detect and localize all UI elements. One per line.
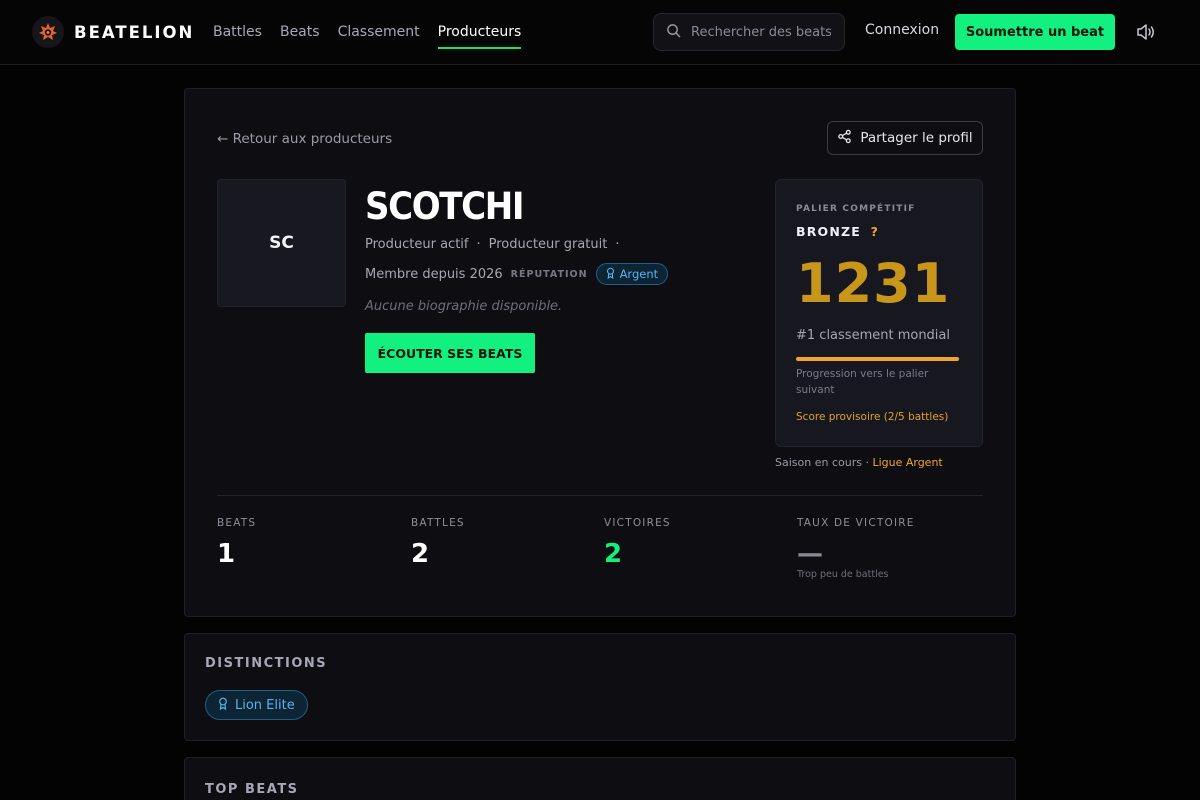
stat-label: VICTOIRES bbox=[604, 517, 671, 529]
world-rank: #1 classement mondial bbox=[796, 328, 950, 343]
avatar: SC bbox=[217, 179, 346, 307]
medal-icon bbox=[606, 267, 615, 282]
top-navbar: BEATELION Battles Beats Classement Produ… bbox=[0, 0, 1200, 65]
stat-label: BATTLES bbox=[411, 517, 465, 529]
back-to-producers-link[interactable]: ← Retour aux producteurs bbox=[217, 131, 392, 147]
reputation-badge: Argent bbox=[595, 263, 669, 285]
share-icon bbox=[837, 129, 852, 148]
nav-link-classement[interactable]: Classement bbox=[338, 0, 420, 64]
top-beats-title: TOP BEATS bbox=[205, 782, 299, 797]
stat-sub: Trop peu de battles bbox=[797, 569, 889, 580]
speaker-icon[interactable] bbox=[1136, 23, 1156, 45]
nav-link-producteurs[interactable]: Producteurs bbox=[437, 0, 521, 64]
search-box[interactable] bbox=[653, 13, 845, 51]
main-nav: Battles Beats Classement Producteurs bbox=[213, 0, 521, 64]
stat-value: — bbox=[797, 539, 823, 569]
current-season: Saison en cours · Ligue Argent bbox=[775, 456, 943, 469]
share-profile-label: Partager le profil bbox=[860, 130, 973, 146]
producer-meta: Producteur actif · Producteur gratuit · bbox=[365, 237, 619, 252]
tier-progress-fill bbox=[796, 357, 959, 361]
medal-icon bbox=[218, 697, 228, 714]
stat-label: BEATS bbox=[217, 517, 257, 529]
stat-label: TAUX DE VICTOIRE bbox=[797, 517, 915, 529]
search-icon bbox=[666, 23, 681, 42]
stat-value: 2 bbox=[604, 539, 623, 569]
search-input[interactable] bbox=[691, 24, 831, 40]
nav-link-battles[interactable]: Battles bbox=[213, 0, 262, 64]
brand-logo[interactable]: BEATELION bbox=[32, 16, 194, 48]
divider bbox=[217, 495, 983, 496]
top-beats-card: TOP BEATS bbox=[184, 757, 1016, 800]
stat-value: 2 bbox=[411, 539, 430, 569]
producer-bio: Aucune biographie disponible. bbox=[365, 299, 563, 314]
brand-name: BEATELION bbox=[74, 22, 195, 42]
tier-progress-label: Progression vers le palier suivant bbox=[796, 368, 929, 396]
login-link[interactable]: Connexion bbox=[865, 22, 939, 38]
reputation-badge-label: Argent bbox=[619, 267, 659, 281]
lion-logo-icon bbox=[32, 16, 64, 48]
listen-beats-button[interactable]: ÉCOUTER SES BEATS bbox=[365, 333, 535, 373]
producer-profile-card: ← Retour aux producteurs Partager le pro… bbox=[184, 88, 1016, 617]
reputation-label: RÉPUTATION bbox=[510, 268, 588, 280]
nav-link-beats[interactable]: Beats bbox=[280, 0, 320, 64]
meta-separator: · bbox=[615, 237, 620, 252]
member-since: Membre depuis 2026 bbox=[365, 266, 503, 282]
competitive-tier-panel: PALIER COMPÉTITIF BRONZE ? 1231 #1 class… bbox=[775, 179, 983, 447]
stat-win-rate: TAUX DE VICTOIRE — Trop peu de battles bbox=[797, 517, 915, 580]
stat-value: 1 bbox=[217, 539, 236, 569]
stat-beats: BEATS 1 bbox=[217, 517, 256, 569]
share-profile-button[interactable]: Partager le profil bbox=[827, 121, 983, 155]
producer-membership: Membre depuis 2026 RÉPUTATION Argent bbox=[365, 263, 669, 285]
season-league: Ligue Argent bbox=[872, 456, 943, 469]
submit-beat-button[interactable]: Soumettre un beat bbox=[955, 14, 1115, 50]
stat-battles: BATTLES 2 bbox=[411, 517, 465, 569]
producer-status: Producteur actif bbox=[365, 237, 469, 252]
distinction-badge: Lion Elite bbox=[205, 690, 308, 720]
meta-separator: · bbox=[476, 237, 481, 252]
provisional-score: Score provisoire (2/5 battles) bbox=[796, 411, 949, 423]
distinction-badge-label: Lion Elite bbox=[235, 697, 295, 713]
stat-victories: VICTOIRES 2 bbox=[604, 517, 671, 569]
tier-help-icon[interactable]: ? bbox=[871, 224, 879, 239]
tier-name: BRONZE ? bbox=[796, 224, 879, 239]
tier-label: PALIER COMPÉTITIF bbox=[796, 204, 916, 214]
distinctions-title: DISTINCTIONS bbox=[205, 656, 328, 671]
producer-plan: Producteur gratuit bbox=[488, 237, 608, 252]
season-prefix: Saison en cours · bbox=[775, 456, 873, 469]
distinctions-card: DISTINCTIONS Lion Elite bbox=[184, 633, 1016, 741]
producer-name: SCOTCHI bbox=[365, 185, 525, 228]
tier-score: 1231 bbox=[796, 252, 951, 315]
tier-name-text: BRONZE bbox=[796, 224, 862, 239]
tier-progress-bar bbox=[796, 357, 959, 361]
